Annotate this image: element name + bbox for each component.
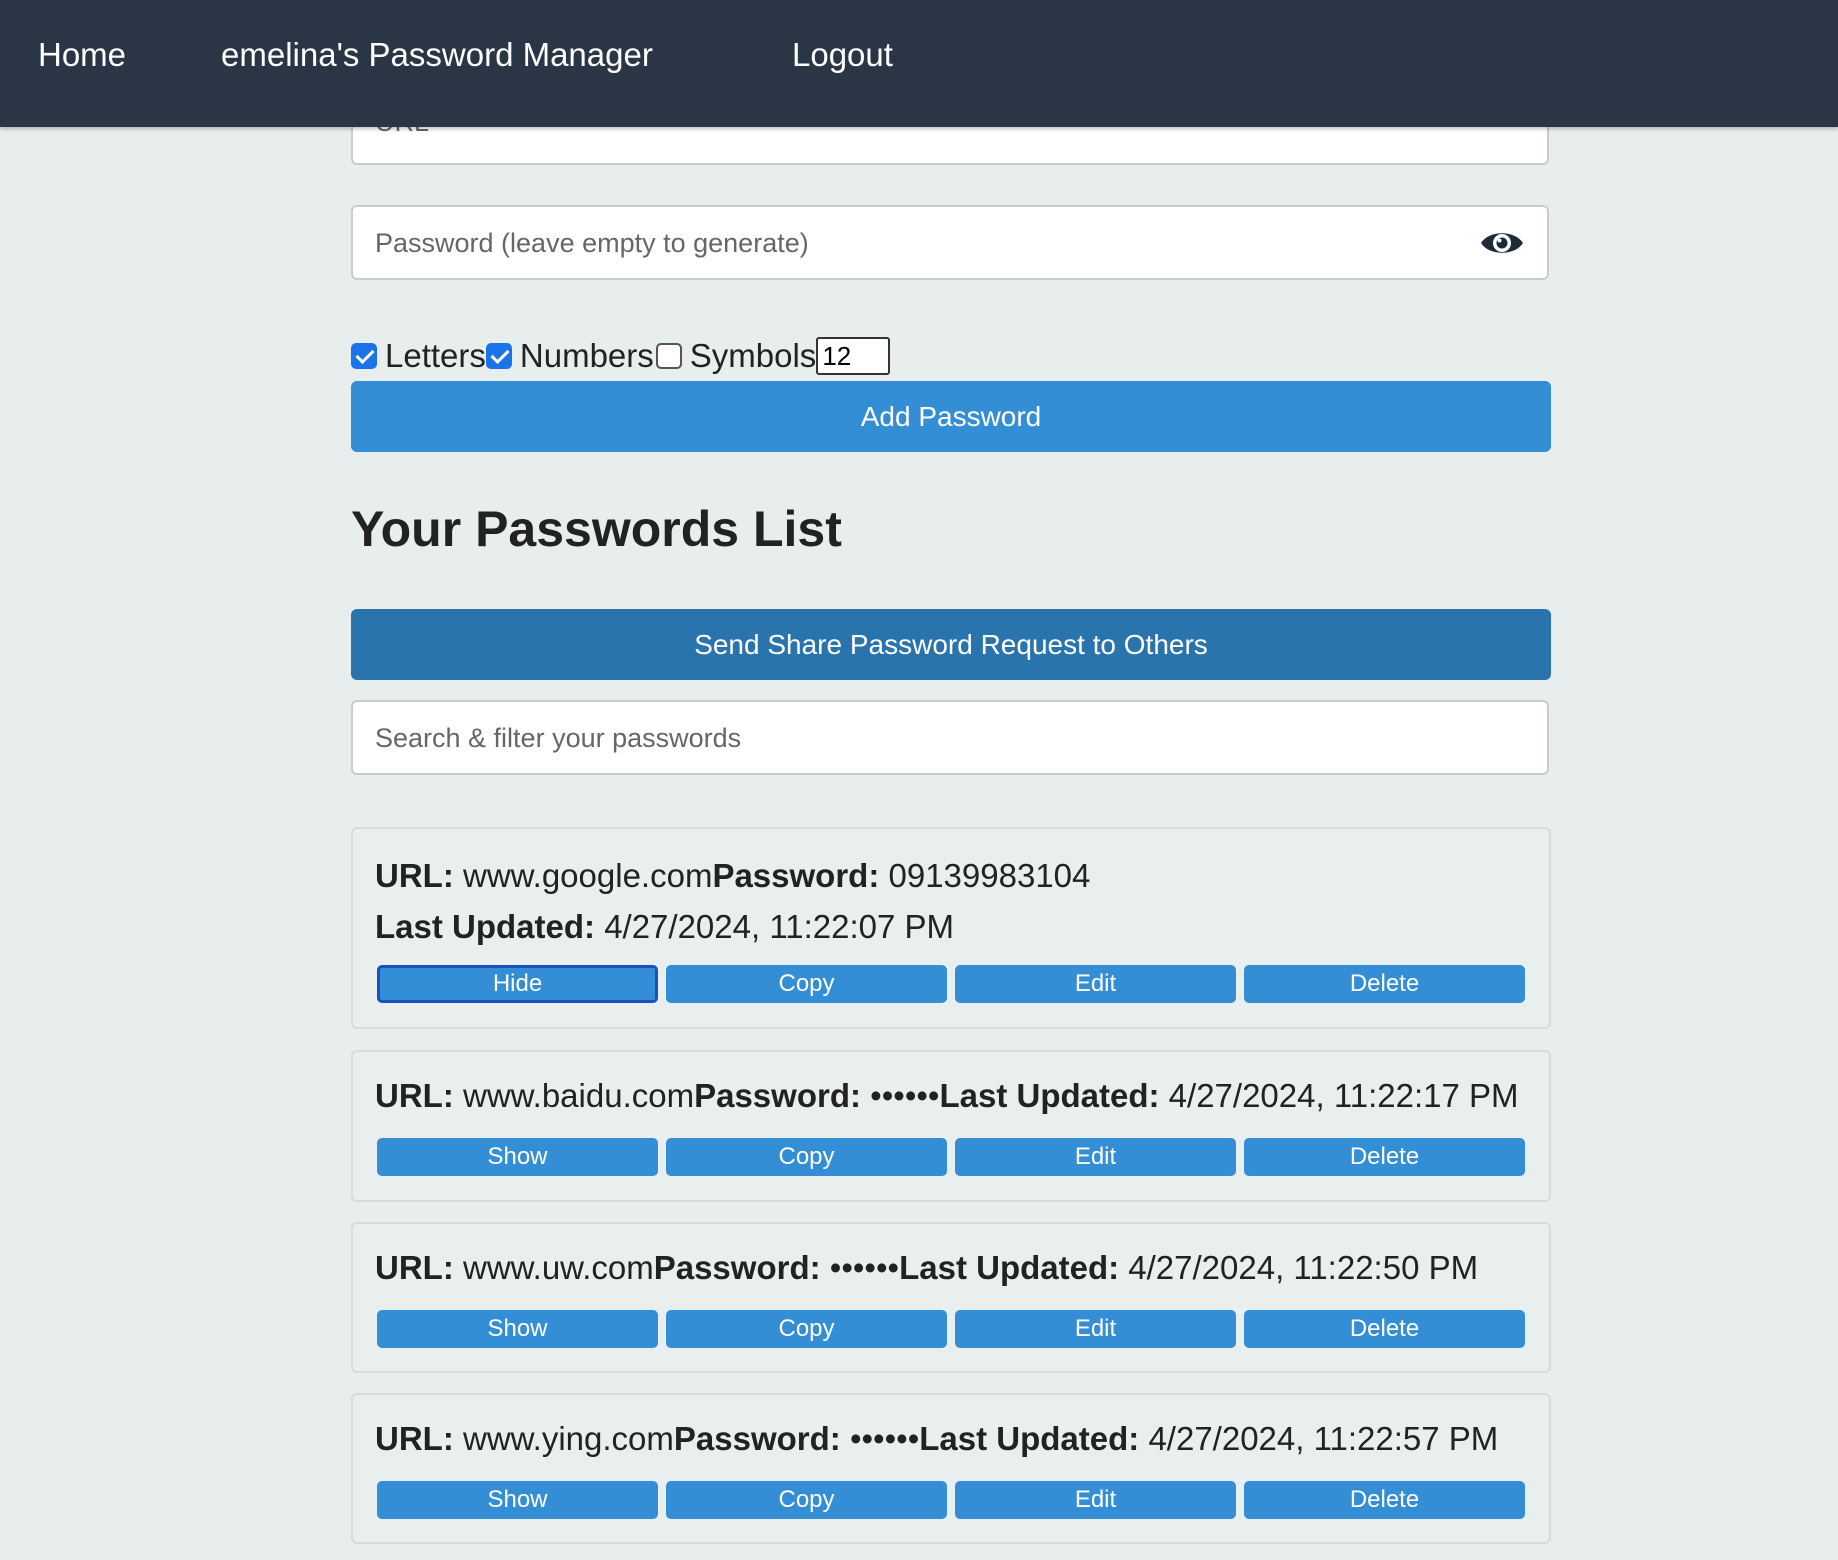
edit-button[interactable]: Edit [955,965,1236,1003]
copy-button[interactable]: Copy [666,1138,947,1176]
nav-logout-link[interactable]: Logout [792,36,893,74]
updated-label: Last Updated: [919,1420,1140,1457]
generator-options: Letters Numbers Symbols [351,334,891,378]
numbers-label: Numbers [519,337,654,374]
show-button[interactable]: Show [377,1310,658,1348]
nav-app-title-link[interactable]: emelina's Password Manager [221,36,653,74]
show-button[interactable]: Show [377,1481,658,1519]
entry-url: www.uw.com [462,1249,654,1286]
entry-password: 09139983104 [888,857,1091,894]
updated-label: Last Updated: [375,908,596,945]
entry-updated: 4/27/2024, 11:22:57 PM [1148,1420,1499,1457]
entry-url: www.baidu.com [462,1077,695,1114]
search-input[interactable] [373,702,1457,775]
search-field-container [351,700,1549,775]
url-label: URL: [375,1420,454,1457]
updated-label: Last Updated: [899,1249,1120,1286]
password-label: Password: [712,857,880,894]
edit-button[interactable]: Edit [955,1138,1236,1176]
entry-url: www.google.com [462,857,713,894]
symbols-checkbox[interactable] [655,343,682,369]
entry-password: •••••• [829,1249,900,1286]
eye-icon[interactable] [1479,226,1525,260]
edit-button[interactable]: Edit [955,1481,1236,1519]
url-label: URL: [375,1077,454,1114]
url-label: URL: [375,1249,454,1286]
password-card: URL: www.baidu.comPassword: ••••••Last U… [351,1050,1551,1202]
entry-line: URL: www.uw.comPassword: ••••••Last Upda… [375,1249,1478,1287]
share-request-button[interactable]: Send Share Password Request to Others [351,609,1551,680]
password-input[interactable] [373,207,1457,280]
delete-button[interactable]: Delete [1244,1310,1525,1348]
letters-label: Letters [385,337,486,374]
password-label: Password: [653,1249,821,1286]
entry-line: URL: www.baidu.comPassword: ••••••Last U… [375,1077,1519,1115]
passwords-list-heading: Your Passwords List [351,501,842,557]
length-input[interactable] [816,337,891,375]
entry-updated: 4/27/2024, 11:22:17 PM [1168,1077,1519,1114]
copy-button[interactable]: Copy [666,1481,947,1519]
updated-label: Last Updated: [939,1077,1160,1114]
entry-actions: Hide Copy Edit Delete [377,965,1525,1003]
copy-button[interactable]: Copy [666,965,947,1003]
show-button[interactable]: Show [377,1138,658,1176]
copy-button[interactable]: Copy [666,1310,947,1348]
password-card: URL: www.google.comPassword: 09139983104… [351,827,1551,1029]
top-navbar: Home emelina's Password Manager Logout [0,0,1838,127]
entry-line: URL: www.ying.comPassword: ••••••Last Up… [375,1420,1498,1458]
nav-home-link[interactable]: Home [38,36,126,74]
url-label: URL: [375,857,454,894]
password-card: URL: www.uw.comPassword: ••••••Last Upda… [351,1222,1551,1373]
edit-button[interactable]: Edit [955,1310,1236,1348]
password-field-container [351,205,1549,280]
entry-password: •••••• [870,1077,940,1114]
delete-button[interactable]: Delete [1244,1138,1525,1176]
add-password-button[interactable]: Add Password [351,381,1551,452]
symbols-label: Symbols [689,337,817,374]
password-label: Password: [694,1077,861,1114]
entry-updated: 4/27/2024, 11:22:07 PM [604,908,955,945]
entry-actions: Show Copy Edit Delete [377,1310,1525,1348]
entry-updated: 4/27/2024, 11:22:50 PM [1128,1249,1479,1286]
hide-button[interactable]: Hide [377,965,658,1003]
delete-button[interactable]: Delete [1244,965,1525,1003]
password-label: Password: [673,1420,841,1457]
entry-actions: Show Copy Edit Delete [377,1481,1525,1519]
numbers-checkbox[interactable] [485,343,512,369]
entry-password: •••••• [849,1420,920,1457]
entry-actions: Show Copy Edit Delete [377,1138,1525,1176]
entry-updated-line: Last Updated: 4/27/2024, 11:22:07 PM [375,908,954,946]
delete-button[interactable]: Delete [1244,1481,1525,1519]
entry-line: URL: www.google.comPassword: 09139983104 [375,857,1090,895]
letters-checkbox[interactable] [351,343,377,369]
entry-url: www.ying.com [462,1420,674,1457]
password-card: URL: www.ying.comPassword: ••••••Last Up… [351,1393,1551,1544]
